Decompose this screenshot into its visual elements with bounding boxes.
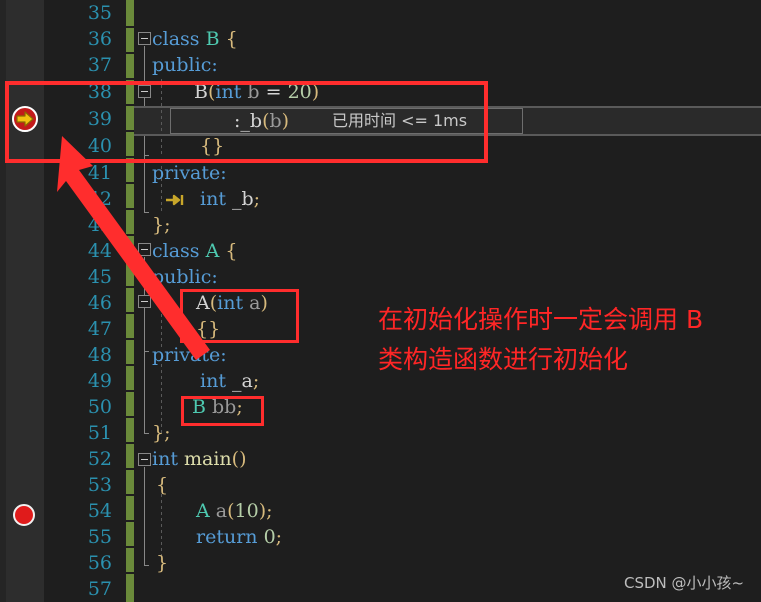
watermark-label: CSDN @小小孩~ [624, 574, 745, 592]
code-line-55[interactable]: return 0; [196, 524, 282, 550]
fold-region-end-class-a [144, 433, 149, 434]
line-number: 47 [87, 318, 112, 340]
line-number: 54 [87, 500, 112, 522]
keyword-public: public: [152, 266, 218, 288]
code-line-44[interactable]: class A { [152, 238, 237, 264]
keyword-private: private: [152, 344, 227, 366]
line-number: 41 [87, 162, 112, 184]
code-line-43[interactable]: }; [152, 212, 171, 238]
code-line-53[interactable]: { [156, 472, 168, 498]
code-line-45[interactable]: public: [152, 264, 218, 290]
code-line-56[interactable]: } [156, 550, 168, 576]
indent-guide [161, 494, 162, 558]
code-line-36[interactable]: class B { [152, 26, 238, 52]
brace-close-plain: } [156, 552, 169, 574]
line-number: 35 [87, 2, 112, 24]
code-line-48[interactable]: private: [152, 342, 227, 368]
code-line-42[interactable]: int _b; [200, 186, 260, 212]
fold-region-end-class-b [144, 212, 149, 213]
annotation-box-ctor-b [5, 81, 488, 163]
code-line-49[interactable]: int _a; [200, 368, 259, 394]
keyword-class: class [152, 240, 200, 262]
fold-region-line-ctor-a [144, 309, 145, 351]
type-name-B: B [205, 28, 220, 50]
line-number: 50 [87, 396, 112, 418]
fold-region-end-ctor-a [144, 351, 149, 352]
line-number: 49 [87, 370, 112, 392]
annotation-box-member-bb [181, 396, 264, 426]
brace-open: { [225, 240, 238, 262]
line-number: 57 [87, 578, 112, 600]
line-number: 44 [87, 240, 112, 262]
line-number: 46 [87, 292, 112, 314]
brace-close: }; [152, 214, 171, 236]
brace-close: }; [152, 422, 171, 444]
line-number: 52 [87, 448, 112, 470]
code-line-52[interactable]: int main() [152, 446, 247, 472]
fold-region-line-main [144, 467, 145, 565]
keyword-public: public: [152, 54, 218, 76]
fold-toggle-class-a[interactable] [138, 243, 151, 256]
line-number: 36 [87, 28, 112, 50]
code-line-37[interactable]: public: [152, 52, 218, 78]
line-number: 53 [87, 474, 112, 496]
line-number: 43 [87, 214, 112, 236]
line-number: 37 [87, 54, 112, 76]
fold-toggle-class-b[interactable] [138, 32, 151, 45]
line-number: 42 [87, 188, 112, 210]
indent-guide [161, 290, 162, 350]
breakpoint-dot-icon[interactable] [13, 504, 35, 526]
fold-toggle-main[interactable] [138, 453, 151, 466]
code-line-51[interactable]: }; [152, 420, 171, 446]
line-number: 48 [87, 344, 112, 366]
annotation-text-line-2: 类构造函数进行初始化 [378, 345, 629, 374]
keyword-class: class [152, 28, 200, 50]
type-name-A: A [205, 240, 220, 262]
tab-arrow-icon [165, 192, 187, 206]
keyword-private: private: [152, 162, 227, 184]
line-number: 45 [87, 266, 112, 288]
line-number: 55 [87, 526, 112, 548]
annotation-box-ctor-a [180, 289, 299, 343]
line-number: 56 [87, 552, 112, 574]
line-number: 51 [87, 422, 112, 444]
brace-open: { [156, 474, 169, 496]
fold-toggle-ctor-a[interactable] [138, 295, 151, 308]
code-line-54[interactable]: A a(10); [196, 498, 273, 524]
fold-region-end-main [144, 565, 149, 566]
code-line-41[interactable]: private: [152, 160, 227, 186]
code-editor-screenshot: 35 36 37 38 39 40 41 42 43 44 45 46 47 4… [0, 0, 761, 602]
annotation-text-line-1: 在初始化操作时一定会调用 B [378, 305, 704, 334]
brace-open: { [225, 28, 238, 50]
